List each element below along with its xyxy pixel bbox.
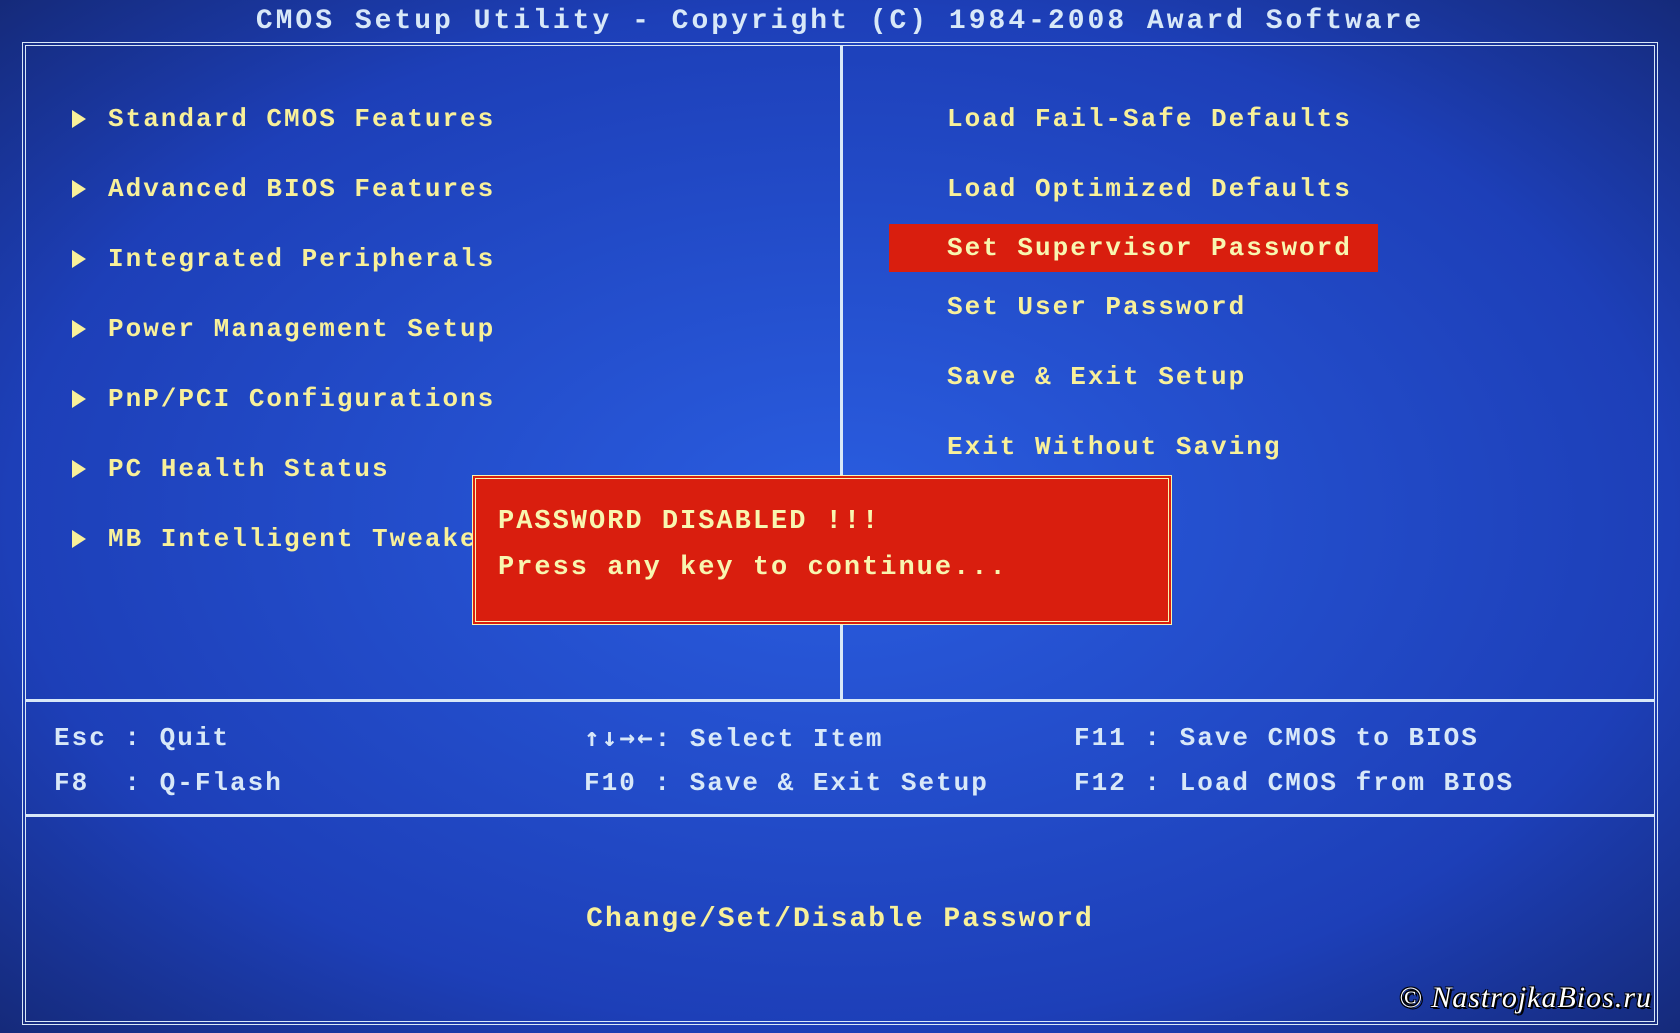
menu-label: Advanced BIOS Features (108, 174, 495, 204)
submenu-arrow-icon (72, 320, 86, 338)
menu-label: Power Management Setup (108, 314, 495, 344)
submenu-arrow-icon (72, 250, 86, 268)
menu-label: Set Supervisor Password (947, 233, 1352, 263)
menu-item-load-optimized[interactable]: Load Optimized Defaults (911, 154, 1644, 224)
menu-label: PC Health Status (108, 454, 390, 484)
menu-item-power-management[interactable]: Power Management Setup (72, 294, 830, 364)
menu-label: Set User Password (947, 292, 1246, 322)
dialog-line: PASSWORD DISABLED !!! (498, 499, 1146, 545)
help-f10: F10 : Save & Exit Setup (584, 761, 1074, 805)
help-select-item: ↑↓→←: Select Item (584, 716, 1074, 761)
menu-item-pnp-pci[interactable]: PnP/PCI Configurations (72, 364, 830, 434)
menu-label: Save & Exit Setup (947, 362, 1246, 392)
help-bar: Esc : Quit ↑↓→←: Select Item F11 : Save … (26, 702, 1654, 806)
menu-item-advanced-bios[interactable]: Advanced BIOS Features (72, 154, 830, 224)
help-f8: F8 : Q-Flash (54, 761, 584, 805)
menu-item-load-failsafe[interactable]: Load Fail-Safe Defaults (911, 84, 1644, 154)
submenu-arrow-icon (72, 460, 86, 478)
menu-label: Exit Without Saving (947, 432, 1281, 462)
dialog-line: Press any key to continue... (498, 545, 1146, 591)
help-esc: Esc : Quit (54, 716, 584, 761)
help-f12: F12 : Load CMOS from BIOS (1074, 761, 1514, 805)
menu-item-set-supervisor-password[interactable]: Set Supervisor Password (889, 224, 1378, 272)
menu-label: Load Fail-Safe Defaults (947, 104, 1352, 134)
submenu-arrow-icon (72, 180, 86, 198)
menu-item-set-user-password[interactable]: Set User Password (911, 272, 1644, 342)
help-f11: F11 : Save CMOS to BIOS (1074, 716, 1479, 761)
menu-label: PnP/PCI Configurations (108, 384, 495, 414)
menu-item-standard-cmos[interactable]: Standard CMOS Features (72, 84, 830, 154)
divider (26, 814, 1654, 817)
message-dialog[interactable]: PASSWORD DISABLED !!! Press any key to c… (472, 475, 1172, 625)
submenu-arrow-icon (72, 390, 86, 408)
menu-label: Load Optimized Defaults (947, 174, 1352, 204)
watermark: © NastrojkaBios.ru (1399, 981, 1652, 1015)
menu-item-exit-no-save[interactable]: Exit Without Saving (911, 412, 1644, 482)
submenu-arrow-icon (72, 530, 86, 548)
menu-label: Integrated Peripherals (108, 244, 495, 274)
menu-item-integrated-peripherals[interactable]: Integrated Peripherals (72, 224, 830, 294)
arrow-keys-icon: ↑↓→← (584, 716, 655, 760)
menu-label: Standard CMOS Features (108, 104, 495, 134)
menu-item-save-exit[interactable]: Save & Exit Setup (911, 342, 1644, 412)
submenu-arrow-icon (72, 110, 86, 128)
screen-title: CMOS Setup Utility - Copyright (C) 1984-… (0, 0, 1680, 37)
